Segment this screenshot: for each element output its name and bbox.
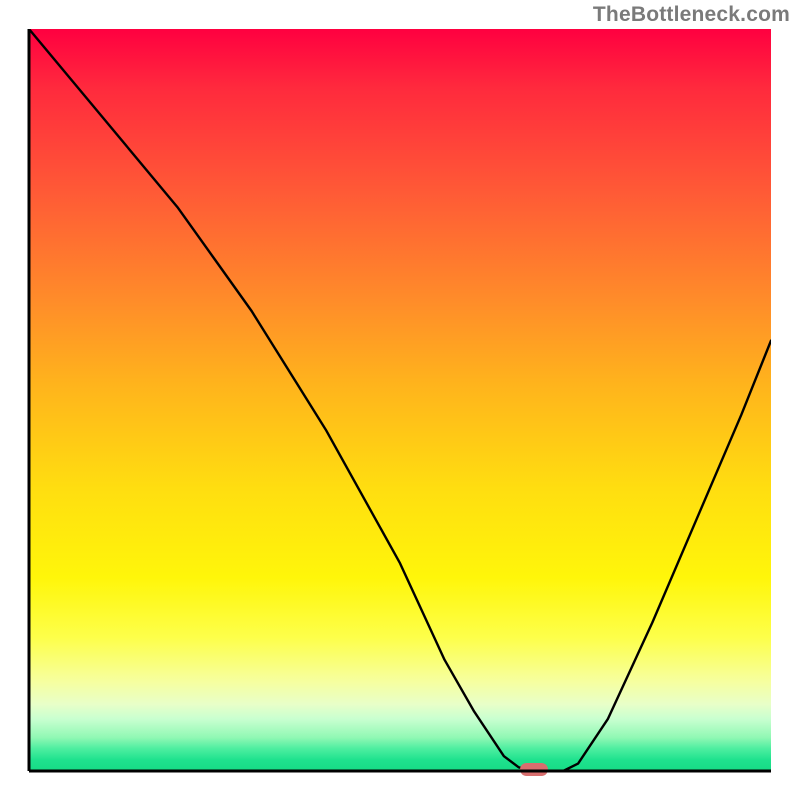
plot-background-gradient	[29, 29, 771, 771]
watermark: TheBottleneck.com	[593, 4, 790, 25]
chart-container: TheBottleneck.com	[0, 0, 800, 800]
